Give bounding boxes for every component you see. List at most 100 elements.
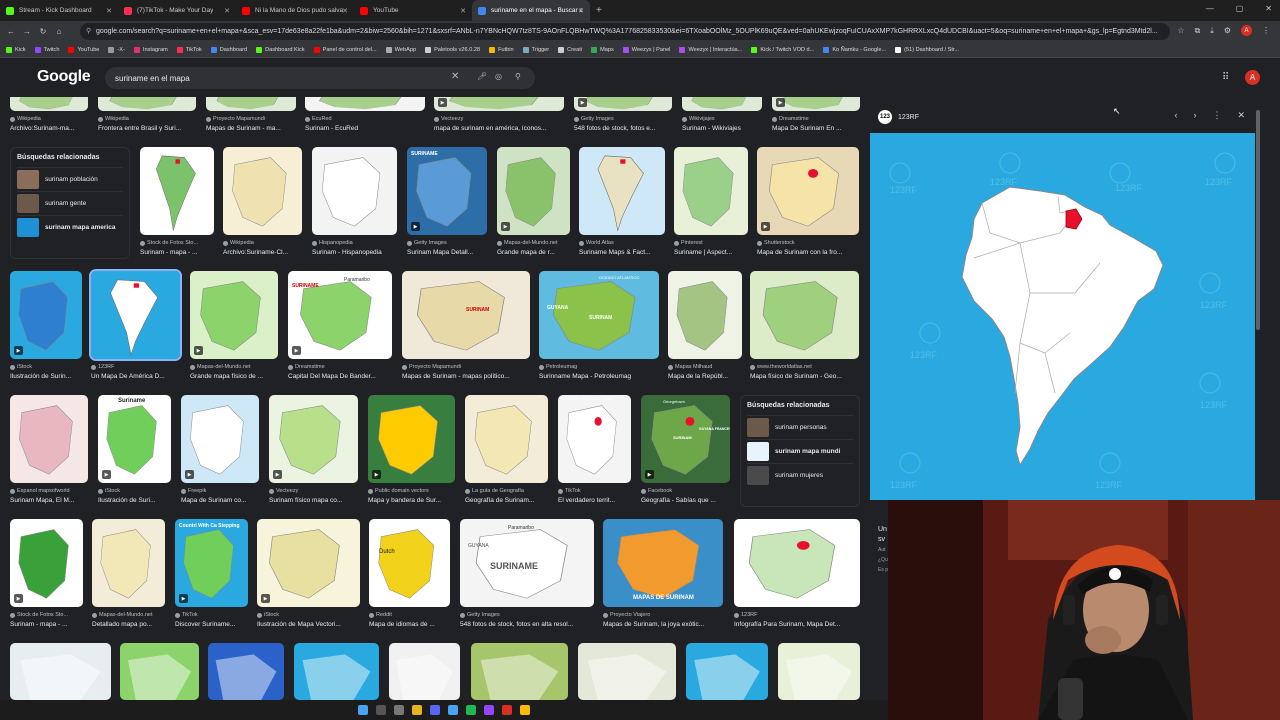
bookmark-item[interactable]: Trigger	[522, 46, 549, 53]
image-source[interactable]: Mapas-del-Mundo.net	[190, 364, 278, 370]
image-thumbnail[interactable]: ▶ Countri With Ca Stepping	[175, 519, 248, 607]
bookmark-item[interactable]: Maps	[591, 46, 614, 53]
image-thumbnail[interactable]: SURINAM	[402, 271, 530, 359]
image-thumbnail[interactable]: ▶	[574, 97, 672, 111]
image-title[interactable]: mapa de surinam en américa, íconos...	[434, 125, 564, 132]
image-title[interactable]: Frontera entre Brasil y Suri...	[98, 125, 196, 132]
image-source[interactable]: Facebook	[641, 488, 730, 494]
site-info-icon[interactable]: ⚲	[86, 27, 91, 35]
image-source[interactable]: Dreamstime	[772, 116, 860, 122]
back-icon[interactable]: ←	[3, 27, 19, 36]
chrome-icon[interactable]	[520, 705, 530, 715]
image-thumbnail[interactable]	[10, 97, 88, 111]
star-icon[interactable]: ☆	[1177, 26, 1184, 35]
image-thumbnail[interactable]	[208, 643, 284, 700]
forward-icon[interactable]: →	[19, 27, 35, 36]
image-thumbnail[interactable]: Dutch	[369, 519, 450, 607]
search-input[interactable]: suriname en el mapa	[115, 74, 190, 83]
image-thumbnail[interactable]: ▶ SURINAME	[407, 147, 487, 235]
image-thumbnail[interactable]	[465, 395, 548, 483]
image-source[interactable]: Mapas-del-Mundo.net	[497, 240, 570, 246]
google-logo[interactable]: Google	[37, 68, 91, 86]
app-icon[interactable]	[448, 705, 458, 715]
image-source[interactable]: Pinterest	[674, 240, 748, 246]
close-icon[interactable]: ✕	[342, 7, 348, 15]
windows-start-icon[interactable]	[358, 705, 368, 715]
next-icon[interactable]: ›	[1193, 110, 1196, 121]
image-title[interactable]: Mapa De Surinam En ...	[772, 125, 860, 132]
tab-youtube-video[interactable]: Ni la Mano de Dios pudo salva ✕	[236, 0, 354, 21]
image-source[interactable]: Getty Images	[460, 612, 594, 618]
image-title[interactable]: Detallado mapa po...	[92, 621, 165, 628]
image-source[interactable]: Wikipedia	[223, 240, 302, 246]
mic-icon[interactable]: 🎤︎	[477, 72, 487, 81]
image-source[interactable]: Proyecto Mapamundi	[402, 364, 530, 370]
bookmark-item[interactable]: WebApp	[385, 46, 416, 53]
task-view-icon[interactable]	[394, 705, 404, 715]
profile-avatar[interactable]: A	[1241, 25, 1252, 36]
bookmark-item[interactable]: Kick / Twitch VOD d...	[751, 46, 814, 53]
image-thumbnail[interactable]	[305, 97, 425, 111]
image-title[interactable]: Mapas de Surinam - ma...	[206, 125, 296, 132]
image-title[interactable]: Surinam Mapa, El M...	[10, 497, 88, 504]
minimize-button[interactable]: —	[1206, 4, 1214, 13]
image-thumbnail[interactable]	[471, 643, 568, 700]
image-thumbnail[interactable]	[92, 519, 165, 607]
image-title[interactable]: Mapa de idiomas de ...	[369, 621, 450, 628]
extensions-icon[interactable]: ⧉	[1195, 26, 1201, 36]
apps-grid-icon[interactable]: ⠿	[1222, 72, 1229, 83]
image-title[interactable]: Mapas de Surinam, la joya exótic...	[603, 621, 723, 628]
image-thumbnail[interactable]	[578, 643, 676, 700]
image-title[interactable]: Archivo:Surinam-ma...	[10, 125, 88, 132]
close-icon[interactable]: ✕	[106, 7, 112, 15]
search-icon[interactable]: ⚲	[515, 72, 521, 81]
image-source[interactable]: Stock de Fotos Sto...	[140, 240, 214, 246]
image-title[interactable]: 548 fotos de stock, fotos e...	[574, 125, 672, 132]
tab-google-search[interactable]: suriname en el mapa - Buscar c ✕	[472, 0, 590, 21]
lens-icon[interactable]: ◎	[495, 72, 502, 81]
image-title[interactable]: 548 fotos de stock, fotos en alta resol.…	[460, 621, 594, 628]
address-bar[interactable]: ⚲ google.com/search?q=suriname+en+el+map…	[80, 23, 1170, 40]
image-source[interactable]: Shutterstock	[757, 240, 859, 246]
bookmark-item[interactable]: (51) Dashboard / Str...	[895, 46, 959, 53]
image-title[interactable]: Surinam físico mapa co...	[269, 497, 358, 504]
image-source[interactable]: Wikipedia	[98, 116, 196, 122]
image-source[interactable]: Wikivijajes	[682, 116, 762, 122]
bookmark-item[interactable]: Paletools v26.0.28	[425, 46, 480, 53]
image-title[interactable]: Surinam - Hispanopedia	[312, 249, 397, 256]
bookmark-item[interactable]: Dashboard	[210, 46, 247, 53]
account-avatar[interactable]: A	[1245, 70, 1260, 85]
image-title[interactable]: Mapas de Surinam - mapas político...	[402, 373, 530, 380]
more-icon[interactable]: ⋮	[1212, 110, 1221, 121]
explorer-icon[interactable]	[412, 705, 422, 715]
search-icon[interactable]	[376, 705, 386, 715]
preview-image[interactable]: 123RF 123RF 123RF 123RF 123RF 123RF 123RF 123R…	[870, 133, 1255, 500]
image-title[interactable]: Suriname | Aspect...	[674, 249, 748, 256]
image-title[interactable]: El verdadero territ...	[558, 497, 631, 504]
image-title[interactable]: Mapa de la Repúbl...	[668, 373, 742, 380]
bookmark-item[interactable]: Kick	[6, 46, 26, 53]
close-icon[interactable]: ✕	[460, 7, 466, 15]
image-source[interactable]: Proyecto Mapamundi	[206, 116, 296, 122]
related-search-item[interactable]: surinam personas	[747, 415, 853, 439]
image-source[interactable]: Public domain vectors	[368, 488, 455, 494]
new-tab-button[interactable]: +	[596, 5, 602, 16]
download-icon[interactable]: ⤓	[1210, 26, 1214, 36]
related-search-item[interactable]: surinam mujeres	[747, 463, 853, 487]
image-thumbnail[interactable]	[89, 269, 182, 361]
image-thumbnail[interactable]	[10, 395, 88, 483]
image-thumbnail[interactable]	[674, 147, 748, 235]
image-title[interactable]: Un Mapa De América D...	[91, 373, 180, 380]
image-title[interactable]: Mapa físico de Surinam - Geo...	[750, 373, 859, 380]
close-icon[interactable]: ✕	[224, 7, 230, 15]
image-title[interactable]: Archivo:Suriname-Cl...	[223, 249, 302, 256]
image-thumbnail[interactable]	[120, 643, 199, 700]
image-title[interactable]: Discover Suriname...	[175, 621, 248, 628]
image-source[interactable]: Wikipedia	[10, 116, 88, 122]
bookmark-item[interactable]: Panel de control del...	[313, 46, 377, 53]
image-thumbnail[interactable]	[140, 147, 214, 235]
image-source[interactable]: iStock	[257, 612, 360, 618]
related-search-item[interactable]: surinam mapa mundi	[747, 439, 853, 463]
image-thumbnail[interactable]: ▶	[434, 97, 564, 111]
image-title[interactable]: Surinam - Wikiviajes	[682, 125, 762, 132]
